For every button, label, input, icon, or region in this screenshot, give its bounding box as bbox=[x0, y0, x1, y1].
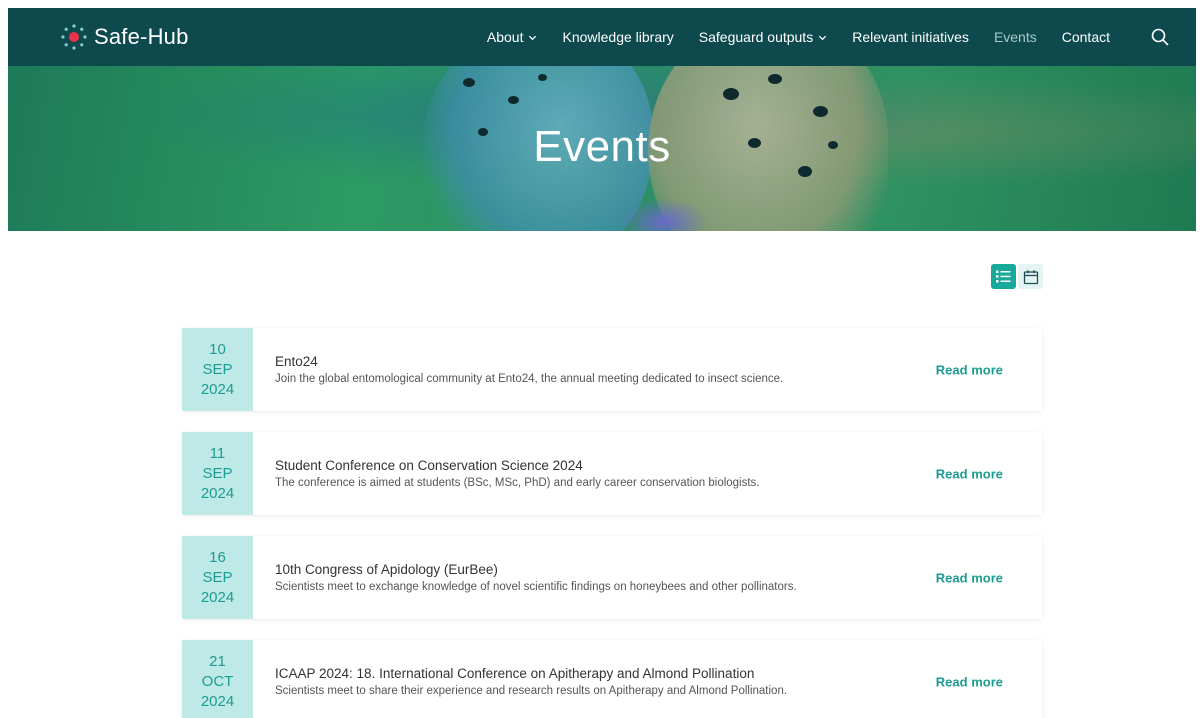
event-month: OCT bbox=[201, 672, 234, 690]
event-date: 11 SEP 2024 bbox=[182, 432, 253, 515]
nav-safeguard-outputs[interactable]: Safeguard outputs bbox=[699, 29, 827, 45]
event-year: 2024 bbox=[200, 484, 235, 502]
chevron-down-icon bbox=[819, 35, 827, 40]
site-logo[interactable]: Safe-Hub bbox=[60, 23, 189, 51]
nav-safeguard-outputs-label: Safeguard outputs bbox=[698, 29, 814, 45]
event-description: The conference is aimed at students (BSc… bbox=[275, 477, 760, 489]
chevron-down-icon bbox=[529, 35, 537, 40]
nav-events[interactable]: Events bbox=[994, 29, 1037, 45]
nav-about[interactable]: About bbox=[487, 29, 538, 45]
page-title: Events bbox=[533, 122, 671, 171]
event-month: SEP bbox=[202, 464, 233, 482]
event-date: 21 OCT 2024 bbox=[182, 640, 253, 718]
main-nav: About Knowledge library Safeguard output… bbox=[462, 8, 1196, 66]
event-title: 10th Congress of Apidology (EurBee) bbox=[275, 562, 498, 577]
nav-knowledge-library-label: Knowledge library bbox=[562, 29, 674, 45]
read-more-link[interactable]: Read more bbox=[936, 362, 1003, 377]
nav-events-label: Events bbox=[993, 29, 1037, 45]
event-title: Ento24 bbox=[275, 354, 318, 369]
event-day: 16 bbox=[209, 548, 226, 566]
wing-spot bbox=[723, 88, 739, 100]
event-title: Student Conference on Conservation Scien… bbox=[275, 458, 583, 473]
nav-about-label: About bbox=[486, 29, 524, 45]
wing-spot bbox=[508, 96, 519, 104]
event-list: 10 SEP 2024 Ento24 Join the global entom… bbox=[182, 328, 1042, 718]
nav-relevant-initiatives-label: Relevant initiatives bbox=[852, 29, 969, 45]
event-day: 21 bbox=[209, 652, 226, 670]
event-month: SEP bbox=[202, 568, 233, 586]
view-toggle bbox=[991, 264, 1043, 289]
logo-icon bbox=[61, 24, 87, 50]
event-card: 10 SEP 2024 Ento24 Join the global entom… bbox=[182, 328, 1042, 411]
wing-spot bbox=[538, 74, 547, 81]
event-year: 2024 bbox=[200, 588, 235, 606]
event-body: Ento24 Join the global entomological com… bbox=[275, 354, 1042, 385]
wing-spot bbox=[463, 78, 475, 87]
event-description: Scientists meet to exchange knowledge of… bbox=[275, 581, 797, 593]
nav-contact[interactable]: Contact bbox=[1062, 29, 1110, 45]
nav-relevant-initiatives[interactable]: Relevant initiatives bbox=[852, 29, 969, 45]
event-month: SEP bbox=[202, 360, 233, 378]
event-date: 16 SEP 2024 bbox=[182, 536, 253, 619]
event-card: 16 SEP 2024 10th Congress of Apidology (… bbox=[182, 536, 1042, 619]
event-year: 2024 bbox=[200, 380, 235, 398]
event-day: 11 bbox=[209, 444, 226, 462]
event-body: 10th Congress of Apidology (EurBee) Scie… bbox=[275, 562, 1042, 593]
site-header: Safe-Hub About Knowledge library Safegua… bbox=[8, 8, 1196, 66]
event-description: Scientists meet to share their experienc… bbox=[275, 685, 788, 697]
nav-contact-label: Contact bbox=[1061, 29, 1110, 45]
event-year: 2024 bbox=[200, 692, 235, 710]
event-description: Join the global entomological community … bbox=[275, 373, 784, 385]
flower-image bbox=[618, 198, 708, 231]
search-icon[interactable] bbox=[1150, 27, 1170, 47]
calendar-view-button[interactable] bbox=[1018, 264, 1043, 289]
wing-spot bbox=[768, 74, 782, 84]
event-card: 21 OCT 2024 ICAAP 2024: 18. Internationa… bbox=[182, 640, 1042, 718]
event-day: 10 bbox=[209, 340, 226, 358]
calendar-view-icon bbox=[1023, 269, 1038, 284]
event-date: 10 SEP 2024 bbox=[182, 328, 253, 411]
event-card: 11 SEP 2024 Student Conference on Conser… bbox=[182, 432, 1042, 515]
list-view-icon bbox=[996, 270, 1011, 283]
page: Safe-Hub About Knowledge library Safegua… bbox=[0, 0, 1204, 718]
event-body: Student Conference on Conservation Scien… bbox=[275, 458, 1042, 489]
read-more-link[interactable]: Read more bbox=[936, 466, 1003, 481]
logo-text: Safe-Hub bbox=[94, 24, 189, 49]
read-more-link[interactable]: Read more bbox=[936, 674, 1003, 689]
wing-spot bbox=[813, 106, 828, 117]
list-view-button[interactable] bbox=[991, 264, 1016, 289]
nav-knowledge-library[interactable]: Knowledge library bbox=[562, 29, 673, 45]
event-body: ICAAP 2024: 18. International Conference… bbox=[275, 666, 1042, 697]
read-more-link[interactable]: Read more bbox=[936, 570, 1003, 585]
hero-banner: Events bbox=[8, 66, 1196, 231]
event-title: ICAAP 2024: 18. International Conference… bbox=[275, 666, 755, 681]
